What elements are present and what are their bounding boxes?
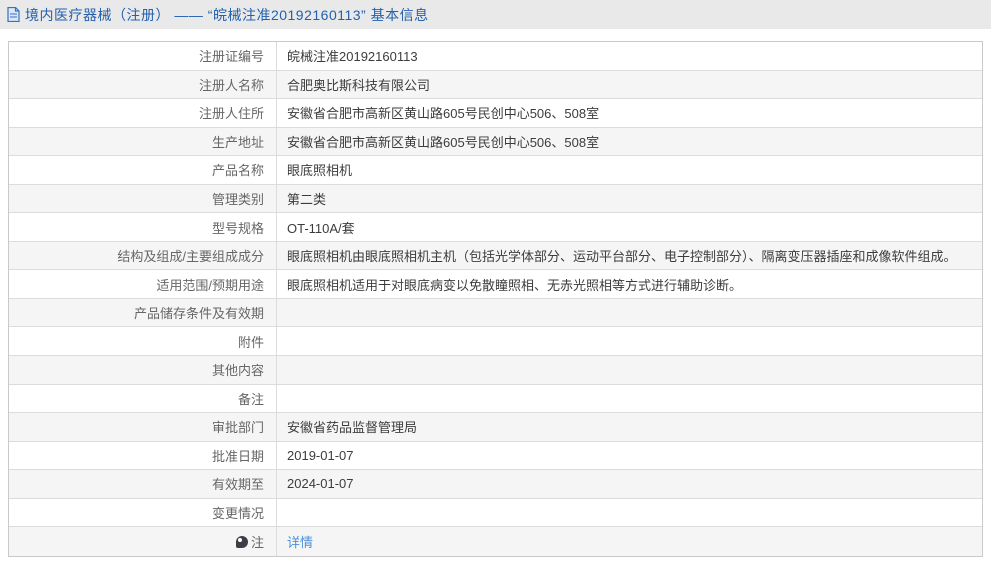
note-bubble-icon	[235, 535, 248, 548]
row-label: 其他内容	[9, 356, 277, 384]
document-icon	[7, 7, 20, 22]
row-value: 眼底照相机适用于对眼底病变以免散瞳照相、无赤光照相等方式进行辅助诊断。	[287, 277, 743, 293]
header-bar: 境内医疗器械（注册） —— “皖械注准20192160113” 基本信息	[0, 0, 991, 29]
row-label-text: 适用范围/预期用途	[156, 277, 264, 293]
table-row: 备注	[9, 384, 982, 414]
row-label: 适用范围/预期用途	[9, 270, 277, 298]
table-row: 注册证编号 皖械注准20192160113	[9, 42, 982, 71]
row-value	[277, 299, 982, 327]
row-value: 2019-01-07	[287, 447, 354, 463]
row-label-text: 注册人住所	[198, 106, 264, 122]
table-row: 有效期至 2024-01-07	[9, 470, 982, 499]
table-row: 生产地址 安徽省合肥市高新区黄山路605号民创中心506、508室	[9, 127, 982, 157]
row-value: 眼底照相机	[287, 163, 353, 179]
row-label: 审批部门	[9, 413, 277, 441]
row-label: 注册证编号	[9, 42, 277, 70]
table-row: 管理类别 第二类	[9, 184, 982, 214]
row-label: 备注	[9, 384, 277, 413]
page-title: 境内医疗器械（注册） —— “皖械注准20192160113” 基本信息	[25, 6, 429, 23]
row-label: 产品名称	[9, 156, 277, 184]
row-label: 型号规格	[9, 213, 277, 241]
row-label-text: 备注	[237, 391, 264, 407]
row-label-text: 批准日期	[211, 448, 264, 464]
row-label-text: 审批部门	[211, 420, 264, 436]
table-row: 型号规格 OT-110A/套	[9, 213, 982, 242]
row-label-text: 注册证编号	[198, 49, 264, 65]
row-value: 2024-01-07	[287, 476, 354, 492]
table-row: 注册人名称 合肥奥比斯科技有限公司	[9, 70, 982, 100]
table-row: 产品储存条件及有效期	[9, 298, 982, 328]
table-row: 注 详情	[9, 527, 982, 556]
row-value: 眼底照相机由眼底照相机主机（包括光学体部分、运动平台部分、电子控制部分）、隔离变…	[287, 249, 957, 265]
row-label: 结构及组成/主要组成成分	[9, 241, 277, 270]
registration-table: 注册证编号 皖械注准20192160113 注册人名称 合肥奥比斯科技有限公司注册人住…	[8, 41, 983, 557]
row-label: 批准日期	[9, 441, 277, 470]
row-value: 皖械注准20192160113	[287, 49, 418, 65]
row-value: OT-110A/套	[287, 220, 355, 236]
row-label-text: 有效期至	[211, 477, 264, 493]
row-value	[277, 385, 982, 413]
row-label: 产品储存条件及有效期	[9, 298, 277, 327]
table-row: 批准日期 2019-01-07	[9, 441, 982, 471]
row-label-text: 产品储存条件及有效期	[133, 306, 264, 322]
row-value	[277, 499, 982, 527]
table-row: 附件	[9, 327, 982, 357]
row-label-text: 生产地址	[211, 134, 264, 150]
row-label: 变更情况	[9, 498, 277, 527]
table-row: 产品名称 眼底照相机	[9, 156, 982, 185]
row-value: 安徽省合肥市高新区黄山路605号民创中心506、508室	[287, 106, 600, 122]
row-label-text: 变更情况	[211, 506, 264, 522]
row-value: 合肥奥比斯科技有限公司	[287, 77, 431, 93]
row-label-text: 管理类别	[211, 192, 264, 207]
row-value: 第二类	[287, 192, 327, 207]
row-value: 详情	[277, 527, 982, 556]
row-label-text: 注册人名称	[198, 77, 264, 93]
row-label: 附件	[9, 327, 277, 356]
detail-link[interactable]: 详情	[287, 532, 313, 551]
row-label: 有效期至	[9, 470, 277, 498]
row-label-text: 注	[250, 535, 264, 551]
row-label: 注册人住所	[9, 99, 277, 127]
row-value: 安徽省合肥市高新区黄山路605号民创中心506、508室	[287, 134, 600, 150]
row-value	[277, 356, 982, 384]
table-row: 变更情况	[9, 498, 982, 528]
row-label-text: 其他内容	[211, 363, 264, 379]
row-label-text: 产品名称	[211, 163, 264, 179]
row-label: 注	[9, 527, 277, 556]
table-row: 结构及组成/主要组成成分 眼底照相机由眼底照相机主机（包括光学体部分、运动平台部分…	[9, 241, 982, 271]
row-value	[277, 327, 982, 355]
row-label: 生产地址	[9, 127, 277, 156]
row-label-text: 型号规格	[211, 220, 264, 236]
row-label-text: 结构及组成/主要组成成分	[117, 249, 264, 265]
table-row: 注册人住所 安徽省合肥市高新区黄山路605号民创中心506、508室	[9, 99, 982, 128]
row-label: 管理类别	[9, 184, 277, 213]
row-label: 注册人名称	[9, 70, 277, 99]
row-label-text: 附件	[237, 334, 264, 350]
row-value: 安徽省药品监督管理局	[287, 420, 418, 436]
table-row: 其他内容	[9, 356, 982, 385]
table-row: 适用范围/预期用途 眼底照相机适用于对眼底病变以免散瞳照相、无赤光照相等方式进行辅…	[9, 270, 982, 299]
table-row: 审批部门 安徽省药品监督管理局	[9, 413, 982, 442]
